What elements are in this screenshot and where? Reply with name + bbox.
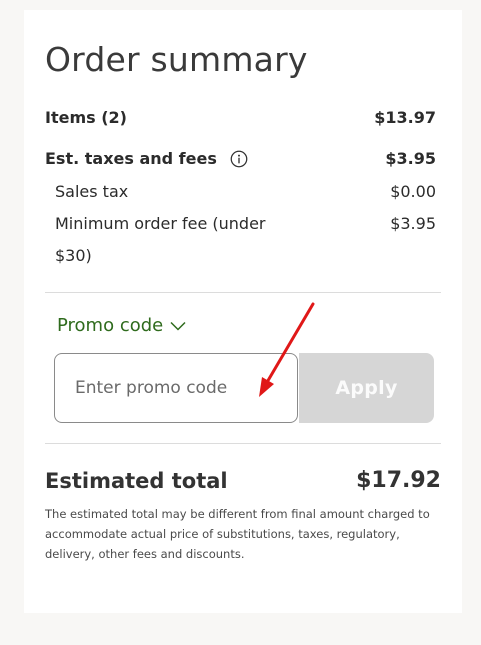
- min-fee-row: Minimum order fee (under $30) $3.95: [55, 208, 436, 272]
- promo-code-label: Promo code: [57, 315, 164, 336]
- items-label: Items (2): [45, 108, 127, 127]
- divider: [45, 443, 441, 444]
- sales-tax-row: Sales tax $0.00: [55, 182, 436, 201]
- divider: [45, 292, 441, 293]
- page-title: Order summary: [45, 40, 308, 79]
- info-circle-icon[interactable]: [230, 150, 248, 168]
- apply-button[interactable]: Apply: [299, 353, 434, 423]
- sales-tax-label: Sales tax: [55, 182, 129, 201]
- estimated-total-value: $17.92: [356, 468, 441, 493]
- sales-tax-value: $0.00: [390, 182, 436, 201]
- items-row: Items (2) $13.97: [45, 108, 436, 127]
- total-disclaimer: The estimated total may be different fro…: [45, 507, 430, 561]
- taxes-label: Est. taxes and fees: [45, 149, 217, 168]
- chevron-down-icon: [170, 321, 186, 331]
- items-value: $13.97: [374, 108, 436, 127]
- taxes-value: $3.95: [385, 149, 436, 168]
- estimated-total-row: Estimated total $17.92: [45, 468, 441, 493]
- min-fee-value: $3.95: [390, 214, 436, 233]
- taxes-label-group: Est. taxes and fees: [45, 149, 248, 168]
- taxes-row: Est. taxes and fees $3.95: [45, 149, 436, 168]
- promo-code-toggle[interactable]: Promo code: [57, 315, 186, 336]
- min-fee-label: Minimum order fee (under $30): [55, 214, 266, 265]
- order-summary-card: Order summary Items (2) $13.97 Est. taxe…: [24, 10, 462, 613]
- estimated-total-label: Estimated total: [45, 468, 228, 493]
- promo-code-input[interactable]: [54, 353, 298, 423]
